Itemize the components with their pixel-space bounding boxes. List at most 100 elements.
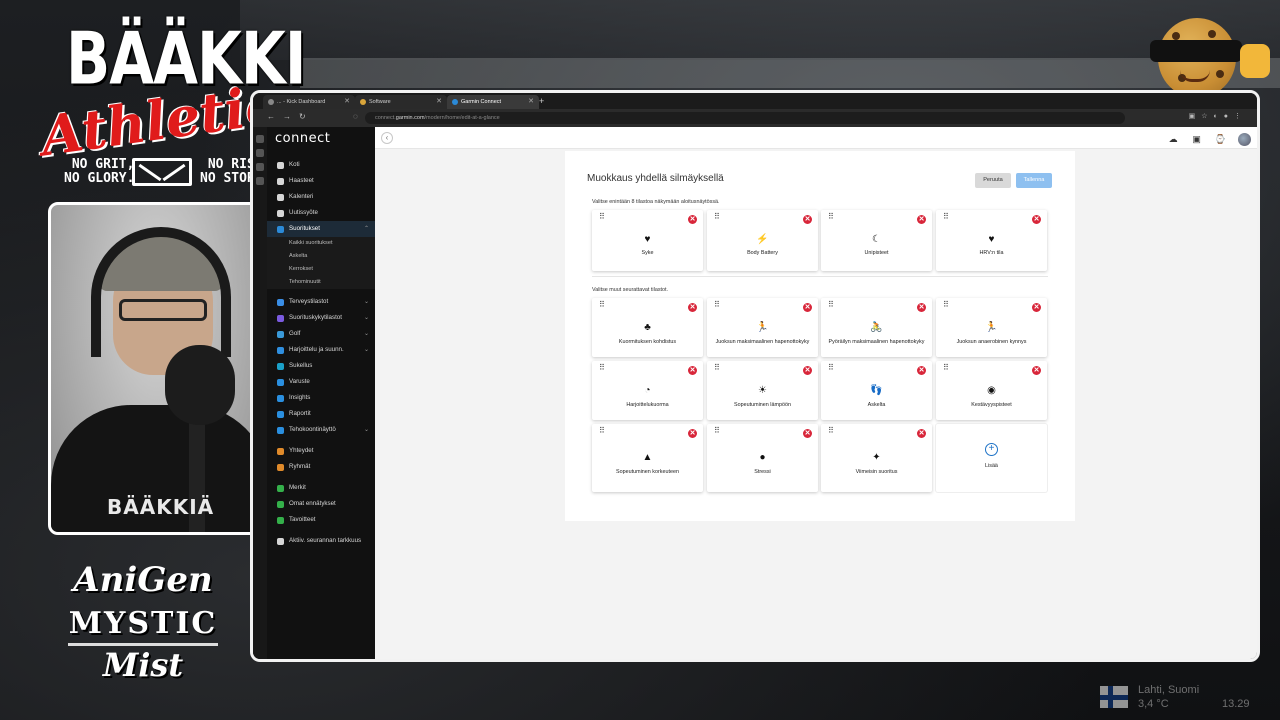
remove-icon[interactable]: ✕ [1032,215,1041,224]
rail-icon[interactable] [256,149,264,157]
remove-icon[interactable]: ✕ [1032,303,1041,312]
stat-card-juoksun-anaerobinen-kynnys[interactable]: ⠿ ✕ 🏃 Juoksun anaerobinen kynnys [936,298,1047,357]
new-tab-button[interactable]: + [539,95,544,107]
sidebar-item-varuste[interactable]: Varuste [267,374,375,390]
drag-handle-icon[interactable]: ⠿ [714,301,722,313]
drag-handle-icon[interactable]: ⠿ [828,364,836,376]
drag-handle-icon[interactable]: ⠿ [599,427,607,439]
sidebar-item-harjoittelu-ja-suunn[interactable]: Harjoittelu ja suunn. ⌄ [267,342,375,358]
sidebar-item-suoritukset[interactable]: Suoritukset ⌃ [267,221,375,237]
sidebar-nav: Koti Haasteet Kalenteri Uutissyöte Suorituk… [267,157,375,549]
stat-card-hrv-n-tila[interactable]: ⠿ ✕ ♥ HRV:n tila [936,210,1047,271]
sidebar-subitem-askelta[interactable]: Askelta [267,250,375,263]
plus-circle-icon: + [985,443,998,456]
tab-kick-dashboard[interactable]: ... - Kick Dashboard ✕ [263,95,355,109]
chevron-down-icon: ⌄ [363,331,369,337]
save-button[interactable]: Tallenna [1016,173,1052,188]
stat-card-sopeutuminen-korkeuteen[interactable]: ⠿ ✕ ▲ Sopeutuminen korkeuteen [592,424,703,492]
sidebar-item-aktiiv-seurannan-tarkkuus[interactable]: Aktiiv. seurannan tarkkuus [267,533,375,549]
sidebar-item-yhteydet[interactable]: Yhteydet [267,443,375,459]
drag-handle-icon[interactable]: ⠿ [828,213,836,225]
stat-card-juoksun-maksimaalinen-hapenottokyky[interactable]: ⠿ ✕ 🏃 Juoksun maksimaalinen hapenottokyky [707,298,818,357]
remove-icon[interactable]: ✕ [688,303,697,312]
avatar[interactable] [1238,133,1251,147]
stat-card-sopeutuminen-lampoon[interactable]: ⠿ ✕ ☀ Sopeutuminen lämpöön [707,361,818,420]
performance-icon [277,315,284,322]
sync-cloud-icon[interactable]: ☁ [1168,134,1179,145]
sidebar-item-raportit[interactable]: Raportit [267,406,375,422]
remove-icon[interactable]: ✕ [917,215,926,224]
remove-icon[interactable]: ✕ [917,366,926,375]
remove-icon[interactable]: ✕ [803,429,812,438]
sidebar-item-ryhmat[interactable]: Ryhmät [267,459,375,475]
drag-handle-icon[interactable]: ⠿ [714,364,722,376]
add-stat-button[interactable]: + Lisää [936,424,1047,492]
tab-software[interactable]: Software ✕ [355,95,447,109]
drag-handle-icon[interactable]: ⠿ [943,213,951,225]
drag-handle-icon[interactable]: ⠿ [599,213,607,225]
devices-icon[interactable]: ▣ [1191,134,1202,145]
stat-card-pyorailyn-maksimaalinen-hapenottokyky[interactable]: ⠿ ✕ 🚴 Pyöräilyn maksimaalinen hapenottokyky [821,298,932,357]
close-tab-icon[interactable]: ✕ [436,95,442,109]
stat-card-askelta[interactable]: ⠿ ✕ 👣 Askelta [821,361,932,420]
sidebar-item-suorituskykytilastot[interactable]: Suorituskykytilastot ⌄ [267,310,375,326]
forward-arrow-icon[interactable]: → [283,112,291,122]
remove-icon[interactable]: ✕ [1032,366,1041,375]
stat-card-unipisteet[interactable]: ⠿ ✕ ☾ Unipisteet [821,210,932,271]
close-tab-icon[interactable]: ✕ [528,95,534,109]
sidebar-item-tehokoontinaytto[interactable]: Tehokoontinäyttö ⌄ [267,422,375,438]
stat-card-body-battery[interactable]: ⠿ ✕ ⚡ Body Battery [707,210,818,271]
sidebar-item-merkit[interactable]: Merkit [267,480,375,496]
watch-icon[interactable]: ⌚ [1215,134,1226,145]
stat-card-viimeisin-suoritus[interactable]: ⠿ ✕ ✦ Viimeisin suoritus [821,424,932,492]
stat-card-kestavyyspisteet[interactable]: ⠿ ✕ ◉ Kestävyyspisteet [936,361,1047,420]
sidebar-item-kalenteri[interactable]: Kalenteri [267,189,375,205]
drag-handle-icon[interactable]: ⠿ [943,301,951,313]
cancel-button[interactable]: Peruuta [975,173,1011,188]
remove-icon[interactable]: ✕ [688,429,697,438]
drag-handle-icon[interactable]: ⠿ [828,301,836,313]
sidebar-item-haasteet[interactable]: Haasteet [267,173,375,189]
drag-handle-icon[interactable]: ⠿ [599,301,607,313]
collapse-sidebar-button[interactable]: ‹ [381,132,393,144]
sidebar-item-terveystilastot[interactable]: Terveystilastot ⌄ [267,294,375,310]
reload-icon[interactable]: ↻ [299,112,306,122]
sidebar-item-sukellus[interactable]: Sukellus [267,358,375,374]
remove-icon[interactable]: ✕ [688,366,697,375]
stat-card-kuormituksen-kohdistus[interactable]: ⠿ ✕ ♣ Kuormituksen kohdistus [592,298,703,357]
sidebar-subitem-kaikki-suoritukset[interactable]: Kaikki suoritukset [267,237,375,250]
url-field[interactable]: connect.garmin.com/modern/home/edit-at-a… [365,112,1125,124]
sidebar-item-omat-ennatykset[interactable]: Omat ennätykset [267,496,375,512]
rail-icon[interactable] [256,177,264,185]
drag-handle-icon[interactable]: ⠿ [599,364,607,376]
stat-card-syke[interactable]: ⠿ ✕ ♥ Syke [592,210,703,271]
remove-icon[interactable]: ✕ [917,429,926,438]
remove-icon[interactable]: ✕ [688,215,697,224]
finland-flag-icon [1100,686,1128,708]
sidebar-subitem-tehominuutit[interactable]: Tehominuutit [267,276,375,289]
shield-icon[interactable]: ◌ [353,112,358,122]
drag-handle-icon[interactable]: ⠿ [714,427,722,439]
tab-garmin-connect[interactable]: Garmin Connect ✕ [447,95,539,109]
remove-icon[interactable]: ✕ [917,303,926,312]
sidebar-subitem-kerrokset[interactable]: Kerrokset [267,263,375,276]
sidebar-item-uutissyote[interactable]: Uutissyöte [267,205,375,221]
sidebar-item-tavoitteet[interactable]: Tavoitteet [267,512,375,528]
sidebar-item-label: Varuste [289,378,310,385]
remove-icon[interactable]: ✕ [803,366,812,375]
rail-icon[interactable] [256,135,264,143]
close-tab-icon[interactable]: ✕ [344,95,350,109]
remove-icon[interactable]: ✕ [803,303,812,312]
stat-card-stressi[interactable]: ⠿ ✕ ● Stressi [707,424,818,492]
drag-handle-icon[interactable]: ⠿ [943,364,951,376]
remove-icon[interactable]: ✕ [803,215,812,224]
sidebar-item-koti[interactable]: Koti [267,157,375,173]
drag-handle-icon[interactable]: ⠿ [828,427,836,439]
back-arrow-icon[interactable]: ← [267,112,275,122]
stat-card-harjoittelukuorma[interactable]: ⠿ ✕ ◔ Harjoittelukuorma [592,361,703,420]
rail-icon[interactable] [256,163,264,171]
sidebar-item-golf[interactable]: Golf ⌄ [267,326,375,342]
sidebar-item-insights[interactable]: Insights [267,390,375,406]
browser-toolbar-icons[interactable]: ▣☆◐●⋮ [1189,112,1247,120]
drag-handle-icon[interactable]: ⠿ [714,213,722,225]
